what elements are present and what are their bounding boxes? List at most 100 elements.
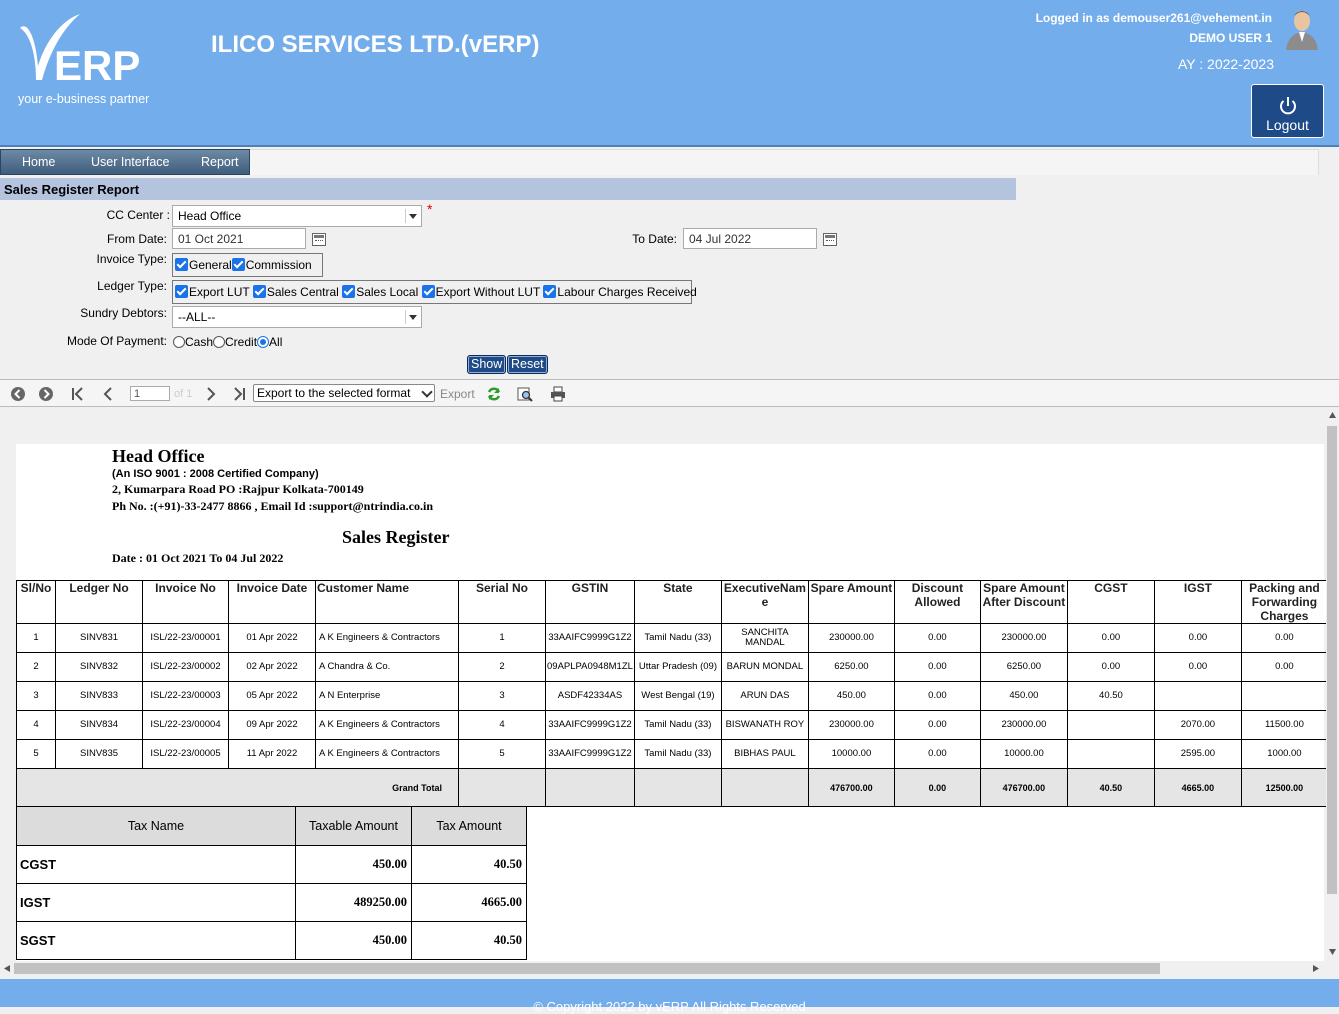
table-cell: 01 Apr 2022 <box>228 623 316 653</box>
table-cell: SINV832 <box>55 652 143 682</box>
table-cell: 09APLPA0948M1ZL <box>545 652 635 682</box>
svg-text:ERP: ERP <box>54 42 140 89</box>
calendar-icon[interactable] <box>823 233 837 246</box>
table-cell: 3 <box>458 681 546 711</box>
sales-local-checkbox[interactable] <box>342 285 356 298</box>
user-avatar-icon <box>1286 11 1318 50</box>
first-page-icon[interactable] <box>70 386 86 402</box>
table-cell: 05 Apr 2022 <box>228 681 316 711</box>
table-cell: 5 <box>458 739 546 769</box>
cash-label: Cash <box>185 335 214 349</box>
sales-central-checkbox[interactable] <box>252 285 266 298</box>
grand-total-cell: 0.00 <box>893 768 981 807</box>
labour-charges-label: Labour Charges Received <box>557 285 697 299</box>
scrollbar-thumb[interactable] <box>14 963 1160 974</box>
print-icon[interactable] <box>550 386 566 402</box>
all-radio[interactable] <box>257 336 270 348</box>
export-format-select[interactable]: Export to the selected format <box>253 384 435 402</box>
sales-local-label: Sales Local <box>356 285 419 299</box>
tax-amount-cell: 40.50 <box>411 921 527 960</box>
table-row: 5 SINV835 ISL/22-23/00005 11 Apr 2022 A K En… <box>16 739 1328 769</box>
previous-page-icon[interactable] <box>100 386 116 402</box>
table-cell: 02 Apr 2022 <box>228 652 316 682</box>
page-number-input[interactable]: 1 <box>130 386 170 401</box>
table-cell <box>1153 681 1242 711</box>
sundry-debtors-select[interactable]: --ALL-- <box>172 306 422 328</box>
refresh-icon[interactable] <box>486 386 502 402</box>
grand-total-cell: 12500.00 <box>1240 768 1328 807</box>
export-without-lut-checkbox[interactable] <box>421 285 435 298</box>
table-cell: 40.50 <box>1066 681 1155 711</box>
scrollbar-thumb[interactable] <box>1327 426 1337 894</box>
table-cell: ISL/22-23/00002 <box>142 652 229 682</box>
vertical-scrollbar[interactable] <box>1326 408 1339 961</box>
power-icon <box>1279 97 1296 115</box>
logged-in-as: Logged in as demouser261@vehement.in <box>1035 11 1272 25</box>
grand-total-label: Grand Total <box>16 768 459 807</box>
next-page-icon[interactable] <box>203 386 219 402</box>
export-without-lut-label: Export Without LUT <box>435 285 541 299</box>
table-cell: Tamil Nadu (33) <box>633 710 722 740</box>
table-cell: 0.00 <box>893 710 981 740</box>
scroll-right-icon[interactable] <box>1313 965 1319 972</box>
show-button[interactable]: Show <box>467 355 507 374</box>
export-link[interactable]: Export <box>440 387 475 401</box>
report-address: 2, Kumarpara Road PO :Rajpur Kolkata-700… <box>112 482 364 496</box>
tax-row: CGST 450.00 40.50 <box>16 845 527 884</box>
cash-radio[interactable] <box>173 336 185 348</box>
table-cell: BARUN MONDAL <box>720 652 809 682</box>
column-header: Spare Amount After Discount <box>979 580 1068 624</box>
table-cell: 33AAIFC9999G1Z2 <box>545 739 635 769</box>
sales-central-label: Sales Central <box>266 285 339 299</box>
menu-home[interactable]: Home <box>22 155 55 169</box>
commission-checkbox[interactable] <box>231 258 245 271</box>
calendar-icon[interactable] <box>312 233 326 246</box>
table-cell: ISL/22-23/00005 <box>142 739 229 769</box>
company-name: ILICO SERVICES LTD.(vERP) <box>211 31 540 58</box>
scroll-up-icon[interactable] <box>1329 412 1336 418</box>
report-date-range: Date : 01 Oct 2021 To 04 Jul 2022 <box>112 551 284 565</box>
labour-charges-checkbox[interactable] <box>543 285 557 298</box>
reset-button[interactable]: Reset <box>507 355 548 374</box>
report-iso: (An ISO 9001 : 2008 Certified Company) <box>112 468 319 480</box>
chevron-down-icon <box>405 310 419 324</box>
tax-amount-cell: 489250.00 <box>295 883 412 922</box>
table-cell: 2 <box>458 652 546 682</box>
table-cell: 09 Apr 2022 <box>228 710 316 740</box>
horizontal-scrollbar[interactable] <box>0 961 1326 976</box>
tax-amount-cell: 450.00 <box>295 845 412 884</box>
logout-button[interactable]: Logout <box>1251 84 1324 138</box>
table-cell: 2595.00 <box>1153 739 1242 769</box>
table-cell: 0.00 <box>893 623 981 653</box>
find-icon[interactable] <box>517 386 533 402</box>
verp-logo: ERP your e-business partner <box>14 10 174 110</box>
column-header: CGST <box>1066 580 1155 624</box>
menu-report[interactable]: Report <box>201 155 239 169</box>
table-cell: 1000.00 <box>1240 739 1328 769</box>
cc-center-value: Head Office <box>178 209 242 223</box>
table-cell: 1 <box>458 623 546 653</box>
scroll-down-icon[interactable] <box>1329 949 1336 955</box>
app-header: ERP your e-business partner ILICO SERVIC… <box>0 0 1339 147</box>
menu-user-interface[interactable]: User Interface <box>91 155 170 169</box>
credit-radio[interactable] <box>213 336 226 348</box>
last-page-icon[interactable] <box>231 386 247 402</box>
commission-label: Commission <box>245 258 312 272</box>
chevron-down-icon <box>405 209 419 223</box>
cc-center-select[interactable]: Head Office <box>172 205 422 227</box>
grand-total-cell <box>545 768 635 807</box>
to-date-input[interactable]: 04 Jul 2022 <box>683 228 817 249</box>
table-cell: 230000.00 <box>979 710 1068 740</box>
forward-icon[interactable] <box>38 386 54 402</box>
back-icon[interactable] <box>10 386 26 402</box>
table-row: 1 SINV831 ISL/22-23/00001 01 Apr 2022 A K En… <box>16 623 1328 653</box>
table-row: 3 SINV833 ISL/22-23/00003 05 Apr 2022 A N En… <box>16 681 1328 711</box>
tax-header-row: Tax Name Taxable Amount Tax Amount <box>16 806 527 846</box>
page-title: Sales Register Report <box>0 178 1016 200</box>
scroll-left-icon[interactable] <box>4 965 10 972</box>
from-date-input[interactable]: 01 Oct 2021 <box>172 228 306 249</box>
general-checkbox[interactable] <box>175 258 188 271</box>
menu-bar-filler <box>250 149 1319 175</box>
column-header: Spare Amount <box>807 580 895 624</box>
export-lut-checkbox[interactable] <box>175 285 188 298</box>
